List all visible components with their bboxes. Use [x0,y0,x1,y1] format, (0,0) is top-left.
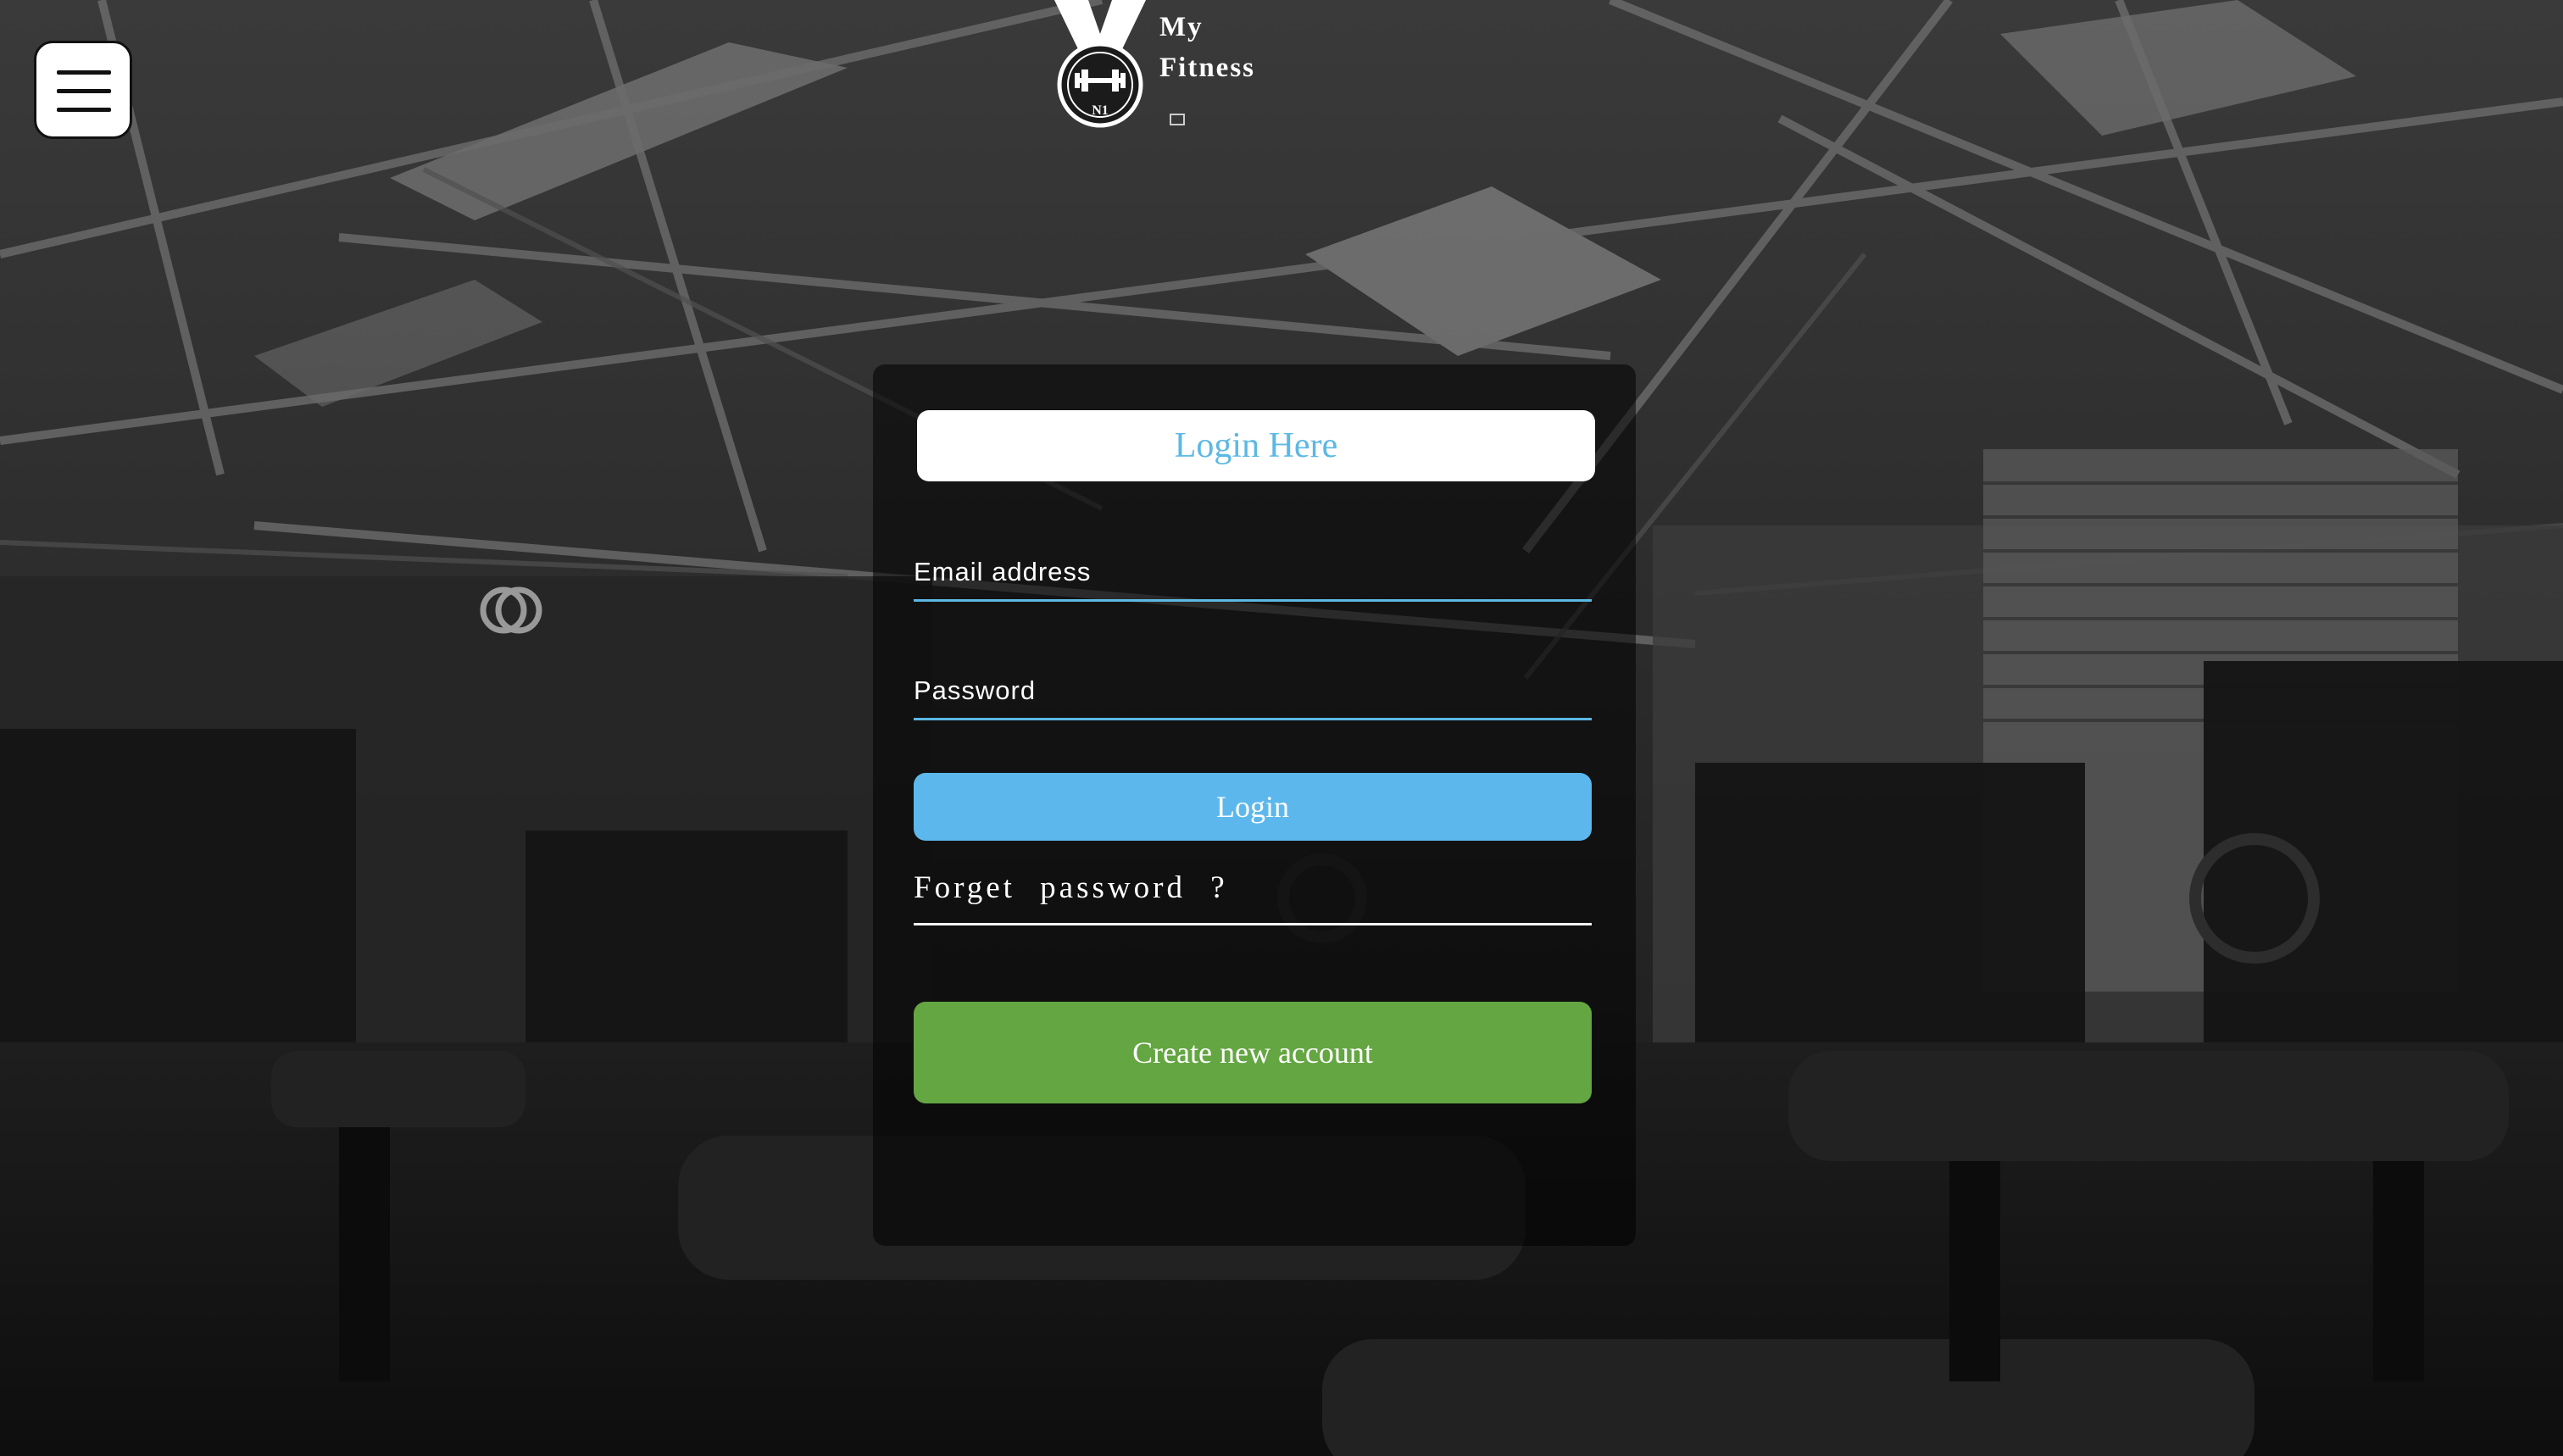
brand-name-line2: Fitness [1159,53,1255,83]
hamburger-menu-icon [57,70,111,75]
login-page: N1 My Fitness Login Here Email address P… [0,0,2563,1456]
password-field[interactable]: Password [914,670,1595,720]
medal-text: N1 [1092,103,1109,118]
email-input[interactable] [914,551,1595,599]
email-field[interactable]: Email address [914,551,1595,602]
hamburger-menu-icon-middle [57,89,111,93]
hamburger-menu-icon-bottom [57,108,111,112]
password-input[interactable] [914,670,1595,718]
login-title: Login Here [917,410,1595,481]
brand-logo[interactable]: N1 My Fitness [1049,0,1270,140]
login-button[interactable]: Login [914,773,1592,841]
brand-name-line1: My [1159,12,1204,42]
forgot-password-link[interactable]: Forget password ? [914,866,1592,925]
medal-dumbbell-icon: N1 [1054,0,1146,128]
create-account-button[interactable]: Create new account [914,1002,1592,1103]
menu-button[interactable] [34,41,132,139]
small-badge-icon [1170,114,1185,125]
